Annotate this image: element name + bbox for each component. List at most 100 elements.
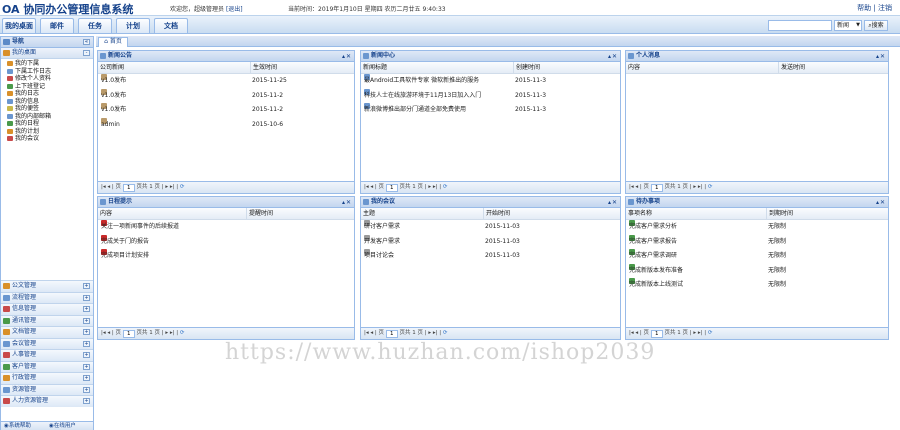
sidebar-tree-item[interactable]: 我的日程 [7, 120, 93, 128]
first-page-icon[interactable]: |◂ [629, 184, 634, 190]
expand-icon[interactable]: + [83, 375, 90, 381]
row-title[interactable]: v1.0发布 [101, 103, 126, 117]
row-title[interactable]: 关注一项新闻事件的后续报道 [101, 220, 179, 234]
table-row[interactable]: 开发客户需求 2015-11-03 [361, 234, 620, 250]
column-header-cell[interactable]: 公司新闻 [98, 62, 250, 73]
next-page-icon[interactable]: ▸ [165, 330, 168, 336]
table-row[interactable]: 最Android工具软件专家 微软新推出的服务 2015-11-3 [361, 74, 620, 89]
logout-link[interactable]: [退出] [226, 6, 243, 13]
sidebar-tree-item[interactable]: 修改个人资料 [7, 75, 93, 83]
first-page-icon[interactable]: |◂ [101, 184, 106, 190]
sidebar-tree-item[interactable]: 我的内部邮箱 [7, 113, 93, 121]
first-page-icon[interactable]: |◂ [364, 184, 369, 190]
column-header-cell[interactable]: 创建时间 [513, 62, 540, 73]
close-icon[interactable]: ✕ [612, 53, 618, 60]
next-page-icon[interactable]: ▸ [428, 184, 431, 190]
table-row[interactable]: 完成客户需求分析 无限制 [626, 220, 888, 235]
first-page-icon[interactable]: |◂ [364, 330, 369, 336]
refresh-icon[interactable]: ⟳ [708, 184, 713, 190]
column-header-cell[interactable]: 生效时间 [250, 62, 277, 73]
expand-icon[interactable]: + [83, 306, 90, 312]
table-row[interactable]: 完成新版本上线测试 无限制 [626, 278, 888, 293]
expand-icon[interactable]: + [83, 386, 90, 393]
nav-tab-desktop[interactable]: 我的桌面 [2, 18, 36, 33]
row-title[interactable]: 完成关于门的报告 [101, 235, 149, 249]
sidebar-tree-item[interactable]: 我的日志 [7, 90, 93, 98]
sidebar-group[interactable]: 行政管理 + [1, 372, 93, 384]
sidebar-tree-item[interactable]: 我的信息 [7, 98, 93, 106]
online-users-link[interactable]: ◉在线用户 [49, 422, 76, 430]
first-page-icon[interactable]: |◂ [101, 330, 106, 336]
row-title[interactable]: 科技人士在线旅游环境于11月13日加入入门 [364, 89, 481, 103]
expand-icon[interactable]: + [83, 352, 90, 358]
sidebar-tree-item[interactable]: 上下班登记 [7, 83, 93, 91]
next-page-icon[interactable]: ▸ [428, 330, 431, 336]
expand-icon[interactable]: + [83, 363, 90, 370]
table-row[interactable]: 完成关于门的报告 [98, 234, 354, 250]
row-title[interactable]: admin [101, 118, 120, 132]
help-link[interactable]: 帮助 [857, 4, 871, 12]
table-row[interactable]: 研讨客户需求 2015-11-03 [361, 220, 620, 235]
row-title[interactable]: 完成客户需求报告 [629, 235, 677, 249]
table-row[interactable]: v1.0发布 2015-11-25 [98, 74, 354, 89]
sidebar-group[interactable]: 人力资源管理 + [1, 395, 93, 407]
column-header-cell[interactable]: 内容 [98, 208, 246, 219]
search-button[interactable]: ⌕搜索 [864, 20, 888, 31]
close-icon[interactable]: ✕ [612, 199, 618, 206]
sidebar-group-desktop[interactable]: 我的桌面 - [1, 48, 93, 59]
sidebar-tree-item[interactable]: 我的便签 [7, 105, 93, 113]
nav-tab-tasks[interactable]: 任务 [78, 18, 112, 33]
table-row[interactable]: v1.0发布 2015-11-2 [98, 88, 354, 104]
column-header-cell[interactable]: 主题 [361, 208, 483, 219]
row-title[interactable]: 完成项目计划安排 [101, 249, 149, 263]
sidebar-tree-item[interactable]: 我的会议 [7, 135, 93, 143]
sidebar-group[interactable]: 人事管理 + [1, 349, 93, 361]
sidebar-tree-item[interactable]: 下属工作日志 [7, 68, 93, 76]
nav-tab-mail[interactable]: 邮件 [40, 18, 74, 33]
refresh-icon[interactable]: ⟳ [180, 184, 185, 190]
column-header-cell[interactable]: 事项名称 [626, 208, 766, 219]
row-title[interactable]: 开发客户需求 [364, 235, 400, 249]
collapse-icon[interactable]: - [83, 50, 90, 56]
table-row[interactable]: 完成客户需求调研 无限制 [626, 249, 888, 264]
row-title[interactable]: v1.0发布 [101, 74, 126, 88]
column-header-cell[interactable]: 内容 [626, 62, 778, 73]
next-page-icon[interactable]: ▸ [165, 184, 168, 190]
nav-tab-docs[interactable]: 文档 [154, 18, 188, 33]
row-title[interactable]: 完成客户需求分析 [629, 220, 677, 234]
refresh-icon[interactable]: ⟳ [443, 184, 448, 190]
search-type-select[interactable]: 新闻 ▼ [834, 20, 862, 31]
sidebar-group[interactable]: 通讯管理 + [1, 314, 93, 326]
prev-page-icon[interactable]: ◂ [635, 184, 638, 190]
close-icon[interactable]: ✕ [346, 199, 352, 206]
prev-page-icon[interactable]: ◂ [370, 330, 373, 336]
expand-icon[interactable]: + [83, 398, 90, 404]
page-number-input[interactable]: 1 [650, 184, 663, 192]
page-number-input[interactable]: 1 [650, 330, 663, 338]
column-header-cell[interactable]: 新闻标题 [361, 62, 513, 73]
first-page-icon[interactable]: |◂ [629, 330, 634, 336]
close-icon[interactable]: ✕ [880, 53, 886, 60]
close-icon[interactable]: ✕ [346, 53, 352, 60]
prev-page-icon[interactable]: ◂ [107, 184, 110, 190]
refresh-icon[interactable]: ⟳ [180, 330, 185, 336]
column-header-cell[interactable]: 发送时间 [778, 62, 805, 73]
nav-tab-plans[interactable]: 计划 [116, 18, 150, 33]
prev-page-icon[interactable]: ◂ [635, 330, 638, 336]
last-page-icon[interactable]: ▸| [433, 184, 438, 190]
exit-link[interactable]: 注销 [878, 4, 892, 12]
system-help-link[interactable]: ◉系统帮助 [4, 422, 31, 430]
refresh-icon[interactable]: ⟳ [443, 330, 448, 336]
last-page-icon[interactable]: ▸| [170, 330, 175, 336]
sidebar-group[interactable]: 公文管理 + [1, 280, 93, 292]
sidebar-group[interactable]: 客户管理 + [1, 360, 93, 372]
table-row[interactable]: 完成客户需求报告 无限制 [626, 234, 888, 250]
next-page-icon[interactable]: ▸ [693, 184, 696, 190]
search-input[interactable] [768, 20, 832, 31]
table-row[interactable]: 关注一项新闻事件的后续报道 [98, 220, 354, 235]
last-page-icon[interactable]: ▸| [698, 330, 703, 336]
expand-icon[interactable]: + [83, 317, 90, 324]
table-row[interactable]: admin 2015-10-6 [98, 117, 354, 133]
table-row[interactable]: 完成项目计划安排 [98, 249, 354, 264]
prev-page-icon[interactable]: ◂ [107, 330, 110, 336]
